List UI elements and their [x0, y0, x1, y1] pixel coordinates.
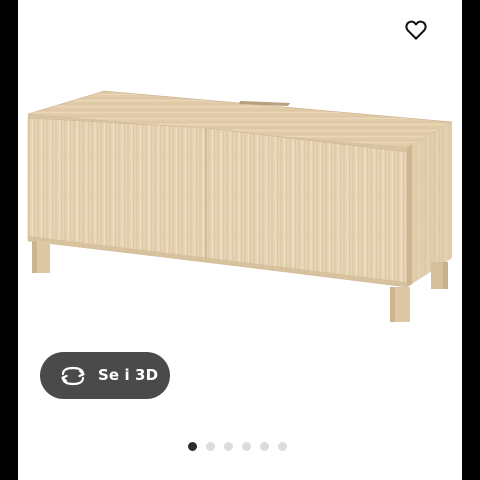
- carousel-dot[interactable]: [206, 442, 215, 451]
- view-in-3d-button[interactable]: Se i 3D: [40, 352, 170, 399]
- rotate-3d-icon: [61, 366, 85, 386]
- product-image[interactable]: [18, 0, 462, 340]
- carousel-pagination: [188, 442, 287, 452]
- carousel-dot[interactable]: [224, 442, 233, 451]
- view-in-3d-label: Se i 3D: [98, 366, 159, 384]
- carousel-dot[interactable]: [242, 442, 251, 451]
- carousel-dot[interactable]: [260, 442, 269, 451]
- product-gallery: Se i 3D: [18, 0, 462, 480]
- carousel-dot[interactable]: [188, 442, 197, 451]
- carousel-dot[interactable]: [278, 442, 287, 451]
